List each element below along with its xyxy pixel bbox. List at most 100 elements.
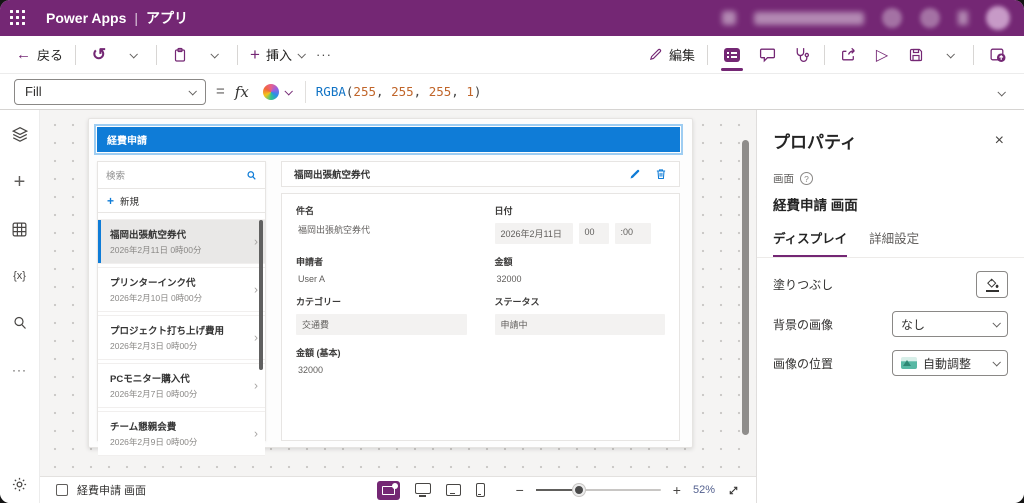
tab-display[interactable]: ディスプレイ (773, 228, 848, 258)
search-input[interactable]: 検索 (106, 168, 246, 182)
fullscreen-button[interactable] (727, 484, 740, 497)
list-item[interactable]: PCモニター購入代 2026年2月7日 0時00分 › (98, 363, 265, 408)
preview-button[interactable]: ▷ (871, 42, 893, 68)
back-button[interactable]: ← 戻る (16, 45, 63, 64)
list-item[interactable]: プリンターインク代 2026年2月10日 0時00分 › (98, 267, 265, 312)
publish-button[interactable] (986, 42, 1008, 68)
field-category: カテゴリー 交通費 (296, 295, 467, 335)
tablet-icon[interactable] (445, 484, 461, 496)
undo-dropdown-button[interactable] (122, 42, 144, 68)
app-header-bar[interactable]: 経費申請 (94, 124, 683, 155)
settings-button[interactable] (8, 473, 32, 495)
chevron-down-icon (188, 86, 197, 96)
more-icon: ··· (12, 363, 27, 377)
bg-image-select[interactable]: なし (892, 311, 1008, 337)
app-canvas[interactable]: 経費申請 検索 + 新規 福岡出張航空券代 2026年2月11日 0時00分 ›… (88, 118, 693, 456)
formula-bar-expand-button[interactable] (997, 83, 1010, 101)
save-button[interactable] (905, 42, 927, 68)
field-label: 日付 (494, 206, 513, 216)
list-item[interactable]: プロジェクト打ち上げ費用 2026年2月3日 0時00分 › (98, 315, 265, 360)
notes-icon (724, 47, 740, 62)
publish-icon (989, 48, 1005, 62)
help-circle-icon[interactable]: ? (800, 172, 813, 185)
rail-more-button[interactable]: ··· (8, 359, 32, 381)
copilot-button[interactable] (259, 83, 295, 100)
chevron-right-icon: › (254, 329, 258, 344)
insert-button[interactable]: + 挿入 (250, 45, 306, 64)
more-commands-button[interactable]: ··· (316, 47, 332, 62)
app-checker-button[interactable] (790, 42, 812, 68)
screen-checkbox[interactable] (56, 484, 68, 496)
tree-view-button[interactable] (8, 124, 32, 146)
paste-button[interactable] (169, 42, 191, 68)
field-value: 32000 (496, 274, 522, 284)
edit-button[interactable]: 編集 (648, 45, 695, 64)
waffle-menu-icon[interactable] (0, 0, 36, 36)
avatar[interactable] (986, 6, 1010, 30)
environment-icon[interactable] (722, 11, 736, 25)
canvas-workspace: 経費申請 検索 + 新規 福岡出張航空券代 2026年2月11日 0時00分 ›… (40, 110, 756, 503)
search-icon[interactable] (246, 170, 257, 181)
search-panel-button[interactable] (8, 312, 32, 334)
delete-record-icon[interactable] (655, 168, 667, 180)
notifications-icon[interactable] (958, 11, 968, 25)
data-panel-button[interactable] (8, 218, 32, 240)
environment-name-redacted[interactable] (754, 11, 864, 25)
phone-icon[interactable] (475, 483, 485, 497)
field-subject: 件名 福岡出張航空券代 (296, 204, 467, 244)
zoom-slider-thumb[interactable] (573, 484, 586, 496)
product-name: Power Apps (46, 10, 127, 26)
list-item[interactable]: チーム懇親会費 2026年2月9日 0時00分 › (98, 411, 265, 456)
divider (156, 44, 158, 65)
fill-color-button[interactable] (976, 271, 1008, 298)
search-row: 検索 (98, 162, 265, 189)
status-input[interactable]: 申請中 (494, 314, 665, 335)
detail-form: 件名 福岡出張航空券代 日付 2026年2月11日 00 :00 申請者 Use… (281, 193, 680, 441)
formula-input[interactable]: RGBA(255, 255, 255, 1) (316, 84, 482, 99)
help-icon[interactable] (920, 8, 940, 28)
property-selector[interactable]: Fill (14, 78, 206, 105)
gear-icon (12, 477, 27, 491)
list-item-date: 2026年2月7日 0時00分 (110, 389, 198, 399)
chevron-down-icon (129, 49, 138, 59)
share-button[interactable] (837, 42, 859, 68)
insert-panel-button[interactable]: + (8, 171, 32, 193)
edit-record-icon[interactable] (629, 168, 641, 180)
zoom-out-button[interactable]: − (516, 483, 524, 497)
monitor-icon[interactable] (414, 483, 431, 497)
comments-button[interactable] (756, 42, 778, 68)
new-record-button[interactable]: + 新規 (98, 189, 265, 213)
formula-bar: Fill = fx RGBA(255, 255, 255, 1) (0, 74, 1024, 110)
desktop-selected-icon[interactable] (376, 480, 400, 500)
variables-panel-button[interactable]: {x} (8, 265, 32, 287)
field-label: 申請者 (296, 257, 324, 267)
list-item[interactable]: 福岡出張航空券代 2026年2月11日 0時00分 › (98, 219, 265, 264)
app-checker-selected-button[interactable] (720, 42, 744, 71)
minute-input[interactable]: :00 (614, 223, 651, 244)
image-position-select[interactable]: 自動調整 (892, 350, 1008, 376)
record-list-panel: 検索 + 新規 福岡出張航空券代 2026年2月11日 0時00分 › プリンタ… (97, 161, 266, 456)
detail-title: 福岡出張航空券代 (294, 170, 371, 181)
save-icon (909, 48, 923, 61)
hour-input[interactable]: 00 (578, 223, 609, 244)
paste-dropdown-button[interactable] (203, 42, 225, 68)
save-dropdown-button[interactable] (939, 42, 961, 68)
undo-button[interactable]: ↺ (88, 42, 110, 68)
zoom-slider[interactable] (535, 484, 661, 496)
list-scrollbar[interactable] (259, 220, 263, 370)
date-input[interactable]: 2026年2月11日 (494, 223, 573, 244)
settings-icon[interactable] (882, 8, 902, 28)
power-apps-studio-window: Power Apps | アプリ ← 戻る ↺ + 挿入 ··· 編集 ▷ Fi… (0, 0, 1024, 503)
clipboard-icon (174, 47, 186, 62)
image-thumbnail-icon (901, 357, 917, 369)
comma: , (451, 84, 467, 99)
selected-property: Fill (25, 84, 42, 99)
category-input[interactable]: 交通費 (296, 314, 467, 335)
comma: , (413, 84, 429, 99)
close-icon[interactable]: × (991, 130, 1008, 152)
workspace-scrollbar[interactable] (742, 140, 749, 435)
arg: 255 (353, 84, 376, 99)
zoom-in-button[interactable]: + (673, 483, 681, 497)
tab-advanced[interactable]: 詳細設定 (869, 228, 919, 258)
chevron-down-icon (997, 87, 1006, 97)
